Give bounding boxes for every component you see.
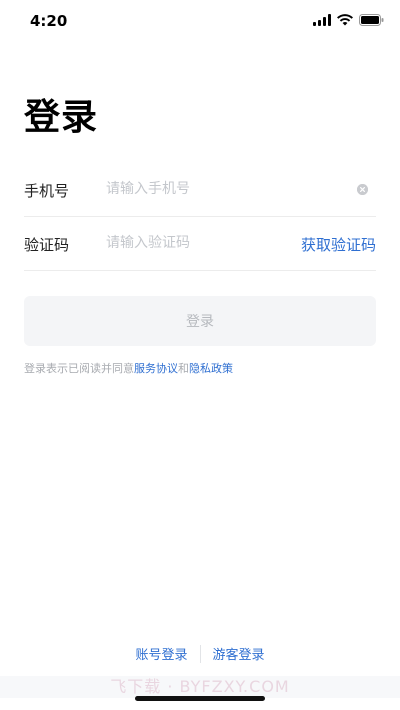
cellular-signal-icon <box>313 14 331 26</box>
home-indicator[interactable] <box>135 696 265 701</box>
agreement-prefix: 登录表示已阅读并同意 <box>24 362 134 375</box>
status-time: 4:20 <box>30 12 68 30</box>
bottom-login-options: 账号登录 游客登录 <box>0 644 400 663</box>
account-login-button[interactable]: 账号登录 <box>123 644 199 663</box>
wifi-icon <box>337 14 353 26</box>
phone-row: 手机号 <box>24 164 376 217</box>
battery-icon <box>359 14 384 26</box>
code-label: 验证码 <box>24 236 70 254</box>
agreement-and: 和 <box>178 362 189 375</box>
login-screen: 4:20 登录 手机号 请输入手机号 验证码 请输入验证码 获取验证码 登录 登… <box>0 0 400 710</box>
status-bar: 4:20 <box>0 0 400 44</box>
clear-icon[interactable] <box>357 184 368 195</box>
phone-label: 手机号 <box>24 182 70 200</box>
code-row: 验证码 获取验证码 <box>24 218 376 271</box>
privacy-policy-link[interactable]: 隐私政策 <box>189 362 233 375</box>
phone-input[interactable] <box>106 175 286 203</box>
code-input[interactable] <box>106 229 286 257</box>
guest-login-button[interactable]: 游客登录 <box>201 644 277 663</box>
get-code-button[interactable]: 获取验证码 <box>301 234 376 255</box>
agreement-text: 登录表示已阅读并同意服务协议和隐私政策 <box>24 360 233 376</box>
login-button[interactable]: 登录 <box>24 296 376 346</box>
watermark: 飞下载 · BYFZXY.COM <box>0 676 400 698</box>
page-title: 登录 <box>24 97 99 138</box>
status-icons <box>313 14 384 26</box>
service-agreement-link[interactable]: 服务协议 <box>134 362 178 375</box>
